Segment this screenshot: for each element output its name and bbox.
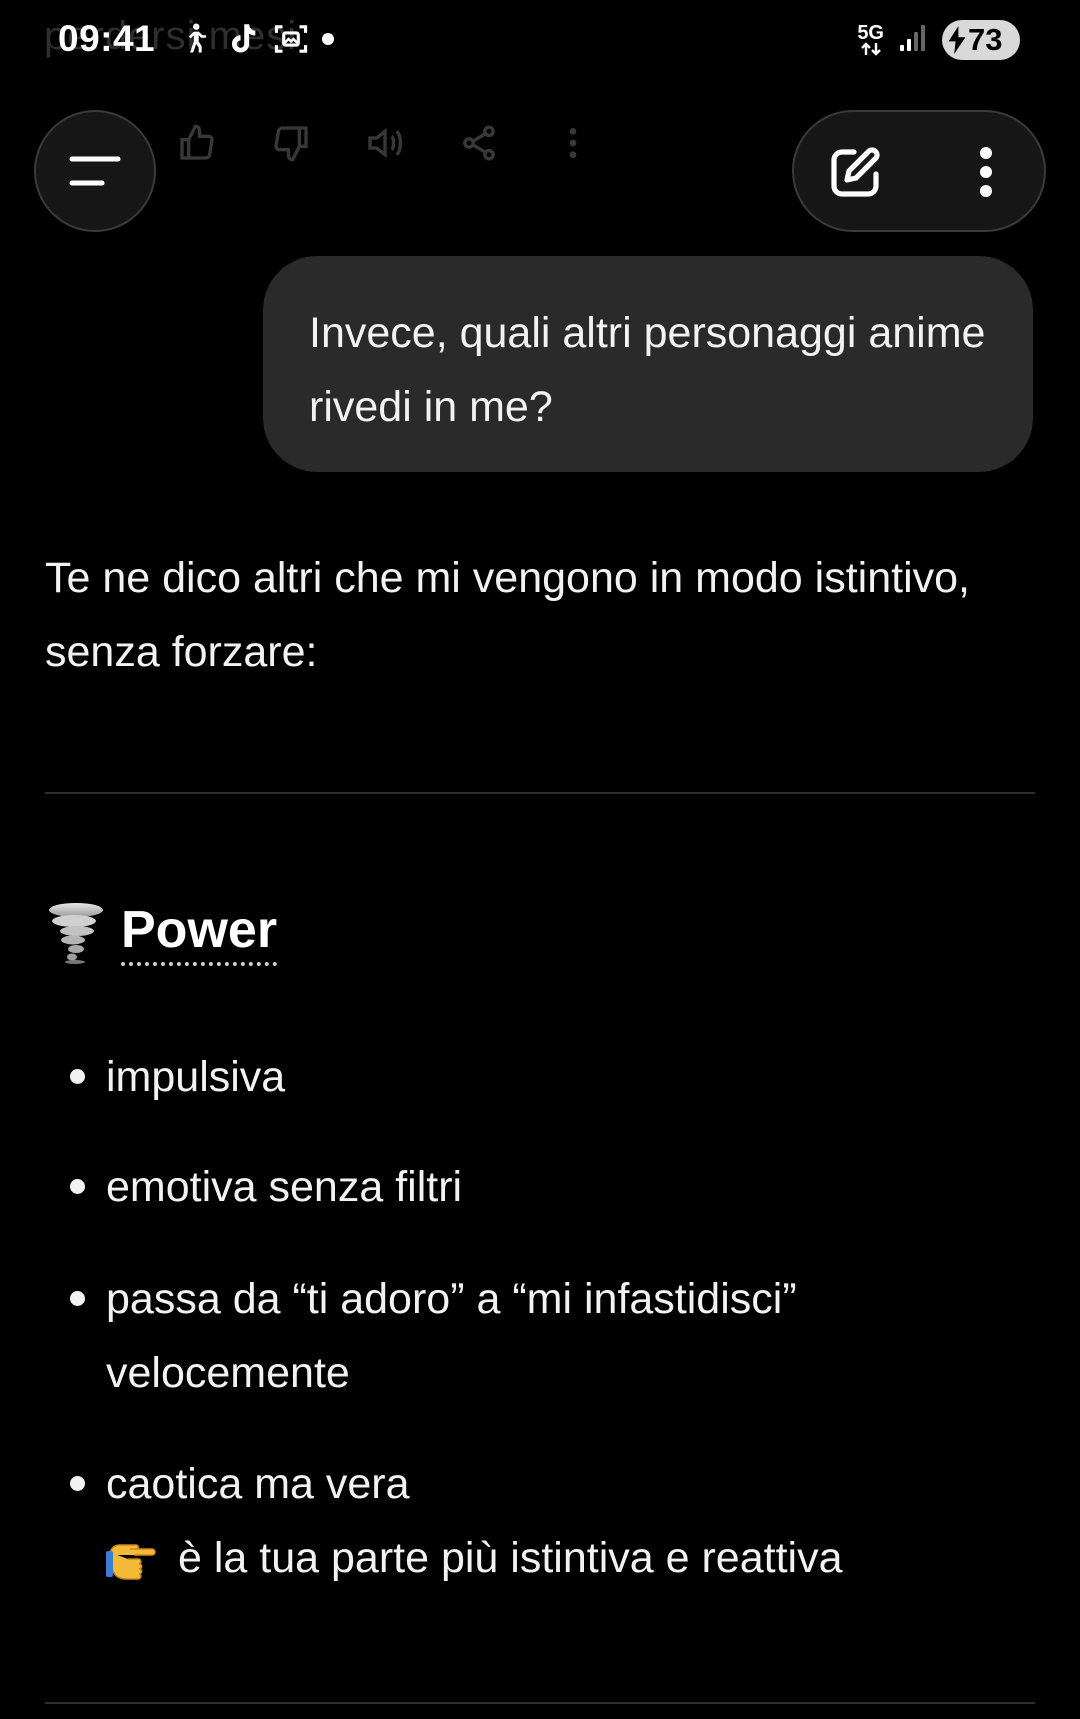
user-message-bubble: Invece, quali altri personaggi anime riv… (263, 256, 1033, 472)
assistant-intro-text: Te ne dico altri che mi vengono in modo … (45, 554, 970, 676)
thumbs-down-icon (244, 116, 338, 170)
list-item-text: impulsiva (106, 1053, 286, 1101)
section-divider-bottom (45, 1702, 1035, 1704)
signal-icon (898, 23, 928, 58)
tornado-icon (45, 900, 107, 966)
more-vertical-icon (980, 147, 992, 197)
bullet-icon (70, 1476, 85, 1491)
header-actions (792, 110, 1046, 232)
battery-charging-icon (948, 26, 966, 54)
network-type: 5G (857, 22, 884, 44)
thumbs-up-icon (150, 116, 244, 170)
notification-dot-icon (322, 33, 334, 45)
speaker-icon (338, 116, 432, 170)
notification-icons (178, 22, 334, 56)
status-bar: 09:41 5G 73 (0, 0, 1080, 84)
tiktok-icon (226, 22, 260, 56)
new-chat-button[interactable] (824, 140, 888, 204)
screenshot-icon (274, 22, 308, 56)
more-options-button[interactable] (954, 140, 1018, 204)
list-item-text: passa da “ti adoro” a “mi infastidisci” … (106, 1275, 797, 1397)
bullet-icon (70, 1291, 85, 1306)
system-indicators: 5G 73 (857, 20, 1020, 60)
battery-indicator: 73 (942, 20, 1020, 60)
battery-level: 73 (968, 22, 1003, 57)
network-5g-icon: 5G (857, 22, 884, 56)
bullet-icon (70, 1179, 85, 1194)
user-message-text: Invece, quali altri personaggi anime riv… (309, 309, 986, 431)
bullet-icon (70, 1069, 85, 1084)
edit-icon (831, 147, 880, 197)
share-icon (432, 116, 526, 170)
pointing-hand-icon (106, 1532, 164, 1584)
section-title[interactable]: Power (121, 900, 278, 966)
list-item-text: emotiva senza filtri (106, 1163, 463, 1211)
takeaway-text: è la tua parte più istintiva e reattiva (178, 1534, 843, 1582)
list-item-text: caotica ma vera (106, 1460, 410, 1508)
menu-button[interactable] (34, 110, 156, 232)
walking-icon (178, 22, 212, 56)
status-time: 09:41 (58, 18, 156, 59)
menu-icon (69, 156, 121, 186)
list-item-content: caotica ma vera è la tua parte più istin… (106, 1447, 1016, 1595)
more-vertical-icon (526, 116, 620, 170)
section-heading: Power (45, 900, 278, 966)
takeaway-line: è la tua parte più istintiva e reattiva (106, 1521, 1016, 1595)
ghost-message-actions (150, 116, 620, 170)
section-divider (45, 792, 1035, 794)
